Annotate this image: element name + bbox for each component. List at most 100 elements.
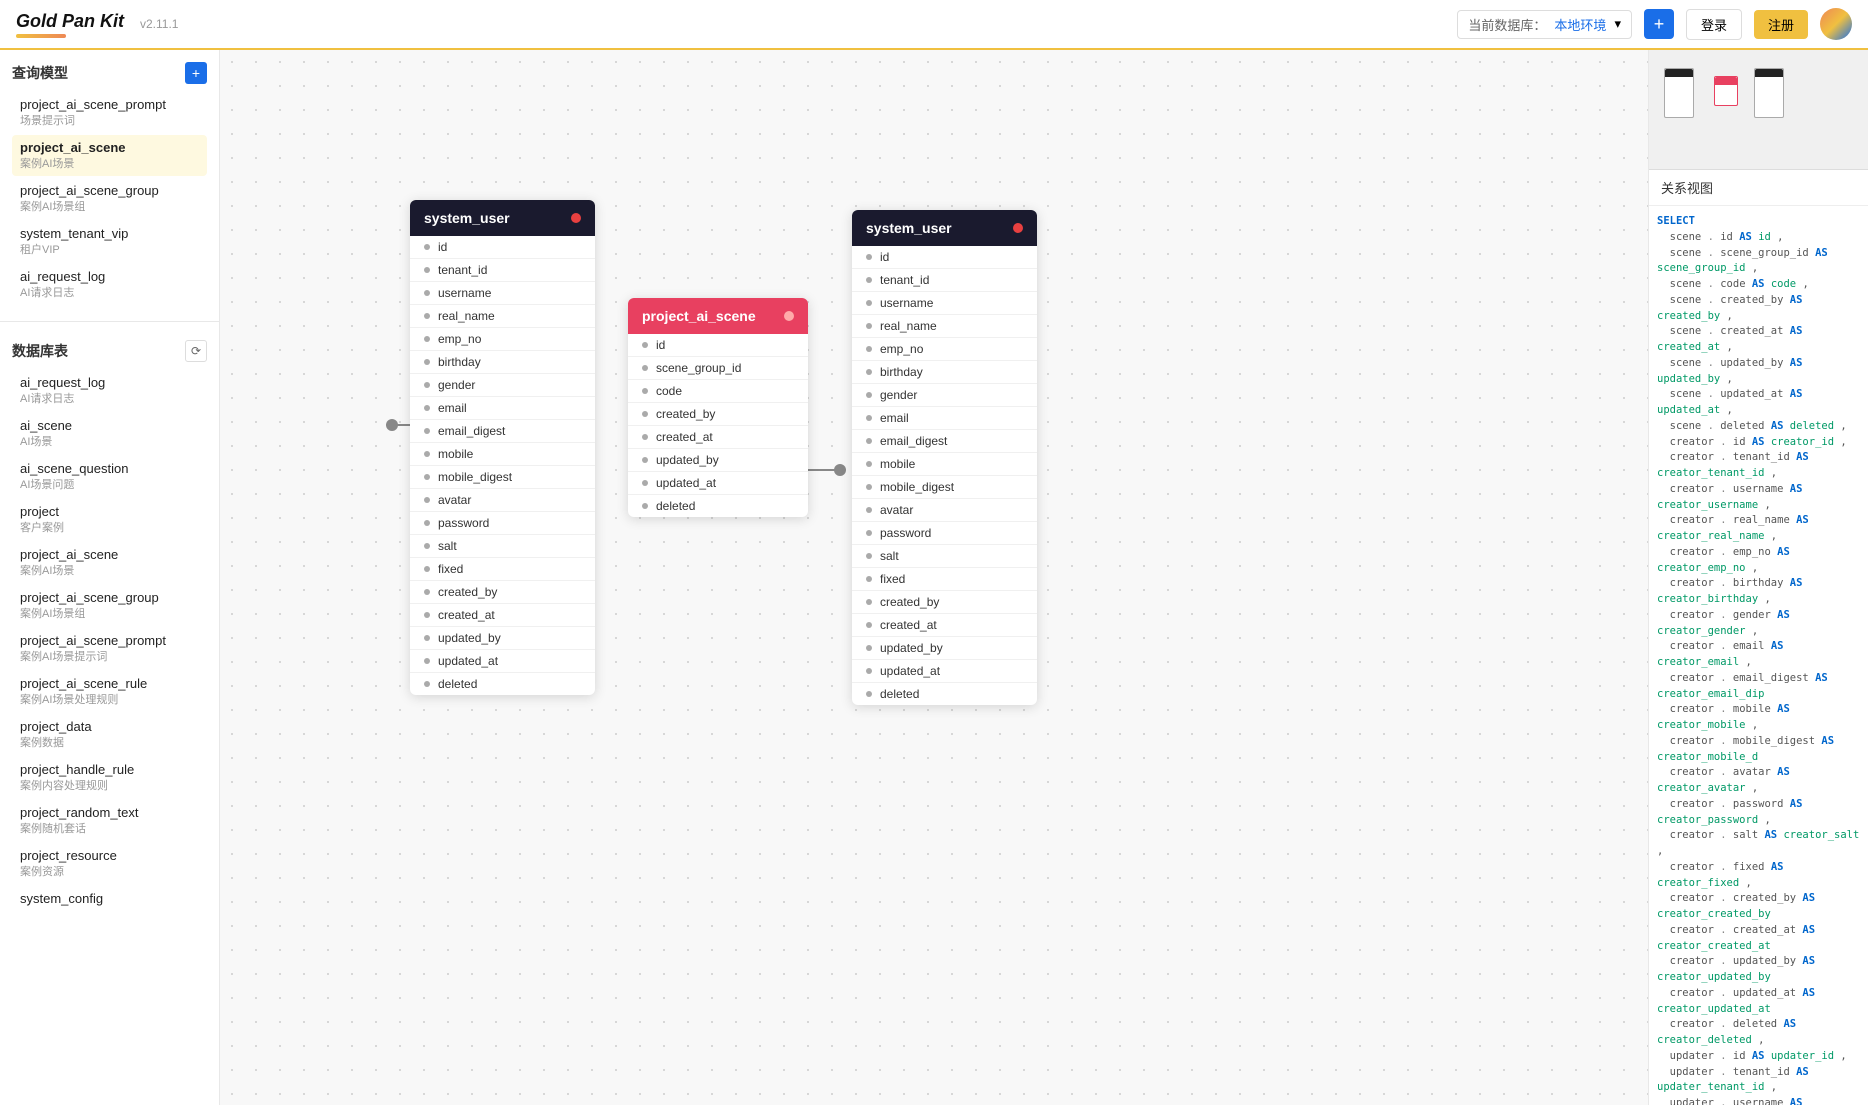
sidebar-item-project[interactable]: project 客户案例: [12, 499, 207, 540]
add-query-model-button[interactable]: +: [185, 62, 207, 84]
table-row: birthday: [410, 351, 595, 374]
sidebar-divider: [0, 321, 219, 322]
status-dot: [571, 213, 581, 223]
sidebar-item-ai-request-log-db[interactable]: ai_request_log AI请求日志: [12, 370, 207, 411]
table-row: deleted: [410, 673, 595, 695]
sidebar-item-name: ai_scene_question: [20, 461, 199, 476]
query-model-title: 查询模型: [12, 63, 68, 83]
sidebar-item-ai-scene-question[interactable]: ai_scene_question AI场景问题: [12, 456, 207, 497]
table-row: id: [628, 334, 808, 357]
table-row: created_at: [410, 604, 595, 627]
project-ai-scene-table[interactable]: project_ai_scene id scene_group_id code …: [628, 298, 808, 517]
db-selector[interactable]: 当前数据库： 本地环境 ▾: [1457, 10, 1632, 39]
sidebar-item-desc: AI场景问题: [20, 476, 199, 492]
sidebar-item-desc: AI场景: [20, 433, 199, 449]
system-user-left-table[interactable]: system_user id tenant_id username real_n…: [410, 200, 595, 695]
sidebar-item-desc: 案例数据: [20, 734, 199, 750]
sidebar-item-name: project_ai_scene_rule: [20, 676, 199, 691]
sidebar-item-name: project_ai_scene_group: [20, 183, 199, 198]
table-row: deleted: [628, 495, 808, 517]
sidebar-item-desc: AI请求日志: [20, 390, 199, 406]
sidebar-item-desc: 案例AI场景处理规则: [20, 691, 199, 707]
table-row: username: [410, 282, 595, 305]
refresh-button[interactable]: ⟳: [185, 340, 207, 362]
sidebar-item-project-ai-scene-db[interactable]: project_ai_scene 案例AI场景: [12, 542, 207, 583]
sidebar-item-name: system_tenant_vip: [20, 226, 199, 241]
version-label: v2.11.1: [140, 17, 178, 31]
sidebar-item-desc: 案例随机套话: [20, 820, 199, 836]
sidebar-item-project-handle-rule[interactable]: project_handle_rule 案例内容处理规则: [12, 757, 207, 798]
sidebar-item-ai-scene[interactable]: ai_scene AI场景: [12, 413, 207, 454]
table-row: email_digest: [852, 430, 1037, 453]
table-row: updated_at: [852, 660, 1037, 683]
table-row: created_at: [852, 614, 1037, 637]
db-table-title: 数据库表: [12, 341, 68, 361]
table-row: password: [852, 522, 1037, 545]
chevron-down-icon: ▾: [1614, 16, 1621, 32]
sidebar: 查询模型 + project_ai_scene_prompt 场景提示词 pro…: [0, 50, 220, 1105]
sidebar-item-project-ai-scene-prompt[interactable]: project_ai_scene_prompt 场景提示词: [12, 92, 207, 133]
table-row: emp_no: [852, 338, 1037, 361]
sidebar-item-name: project_ai_scene: [20, 547, 199, 562]
table-row: code: [628, 380, 808, 403]
relation-label: 关系视图: [1649, 170, 1868, 206]
sidebar-item-project-resource[interactable]: project_resource 案例资源: [12, 843, 207, 884]
add-button[interactable]: +: [1644, 9, 1674, 39]
table-row: gender: [852, 384, 1037, 407]
table-row: updated_by: [410, 627, 595, 650]
table-header: project_ai_scene: [628, 298, 808, 334]
sidebar-item-desc: 案例AI场景组: [20, 605, 199, 621]
sidebar-item-project-ai-scene-prompt-db[interactable]: project_ai_scene_prompt 案例AI场景提示词: [12, 628, 207, 669]
header: Gold Pan Kit v2.11.1 当前数据库： 本地环境 ▾ + 登录 …: [0, 0, 1868, 50]
sidebar-item-project-ai-scene-rule[interactable]: project_ai_scene_rule 案例AI场景处理规则: [12, 671, 207, 712]
table-row: email_digest: [410, 420, 595, 443]
db-table-header: 数据库表 ⟳: [12, 340, 207, 362]
db-label: 当前数据库：: [1468, 15, 1546, 34]
table-row: created_by: [628, 403, 808, 426]
db-value: 本地环境: [1554, 15, 1606, 34]
table-header: system_user: [410, 200, 595, 236]
table-row: avatar: [852, 499, 1037, 522]
table-row: username: [852, 292, 1037, 315]
table-name: system_user: [424, 210, 510, 226]
sidebar-item-name: project_handle_rule: [20, 762, 199, 777]
table-name: system_user: [866, 220, 952, 236]
avatar[interactable]: [1820, 8, 1852, 40]
table-row: gender: [410, 374, 595, 397]
system-user-right-table[interactable]: system_user id tenant_id username real_n…: [852, 210, 1037, 705]
sidebar-item-project-random-text[interactable]: project_random_text 案例随机套话: [12, 800, 207, 841]
table-row: password: [410, 512, 595, 535]
logo-title: Gold Pan Kit: [16, 11, 124, 32]
table-row: deleted: [852, 683, 1037, 705]
login-button[interactable]: 登录: [1686, 9, 1742, 40]
table-name: project_ai_scene: [642, 308, 756, 324]
sidebar-item-desc: 客户案例: [20, 519, 199, 535]
table-row: email: [410, 397, 595, 420]
table-row: updated_by: [628, 449, 808, 472]
sidebar-item-ai-request-log[interactable]: ai_request_log AI请求日志: [12, 264, 207, 305]
sidebar-item-project-data[interactable]: project_data 案例数据: [12, 714, 207, 755]
table-row: updated_by: [852, 637, 1037, 660]
table-row: email: [852, 407, 1037, 430]
logo-container: Gold Pan Kit: [16, 11, 124, 38]
sidebar-item-desc: 案例资源: [20, 863, 199, 879]
sidebar-item-project-ai-scene-group-db[interactable]: project_ai_scene_group 案例AI场景组: [12, 585, 207, 626]
sidebar-item-name: project_ai_scene_group: [20, 590, 199, 605]
sidebar-item-project-ai-scene-group[interactable]: project_ai_scene_group 案例AI场景组: [12, 178, 207, 219]
minimap: [1649, 50, 1868, 170]
table-row: mobile: [852, 453, 1037, 476]
table-row: created_by: [852, 591, 1037, 614]
query-model-section: 查询模型 + project_ai_scene_prompt 场景提示词 pro…: [0, 50, 219, 315]
canvas-area[interactable]: system_user id tenant_id username real_n…: [220, 50, 1648, 1105]
sidebar-item-system-config[interactable]: system_config: [12, 886, 207, 911]
sql-preview: SELECT scene . id AS id , scene . scene_…: [1649, 206, 1868, 1105]
table-row: created_at: [628, 426, 808, 449]
sidebar-item-desc: 案例AI场景提示词: [20, 648, 199, 664]
sidebar-item-name: project_resource: [20, 848, 199, 863]
sidebar-item-desc: 租户VIP: [20, 241, 199, 257]
register-button[interactable]: 注册: [1754, 10, 1808, 39]
sidebar-item-system-tenant-vip[interactable]: system_tenant_vip 租户VIP: [12, 221, 207, 262]
sidebar-item-project-ai-scene[interactable]: project_ai_scene 案例AI场景: [12, 135, 207, 176]
sidebar-item-desc: 案例AI场景组: [20, 198, 199, 214]
table-row: salt: [410, 535, 595, 558]
